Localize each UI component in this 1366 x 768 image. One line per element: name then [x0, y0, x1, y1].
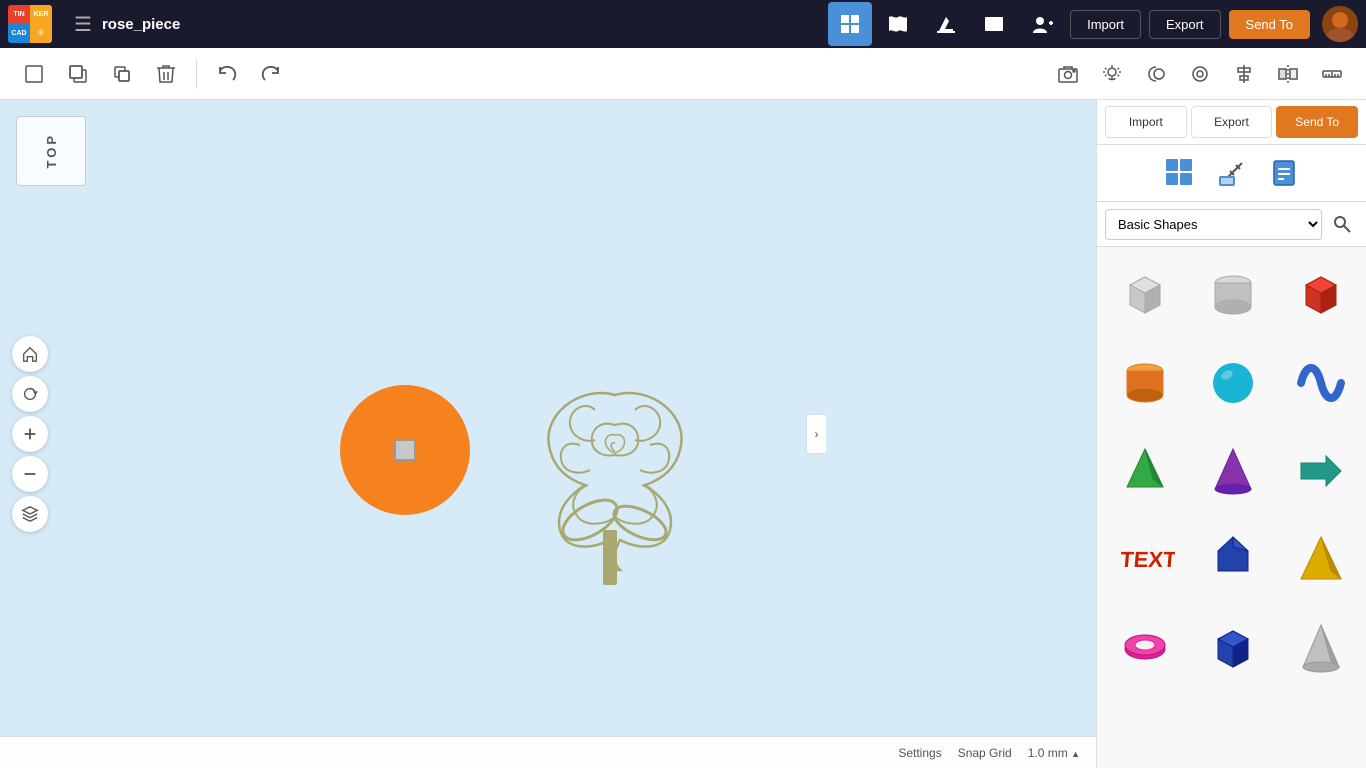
sidebar-action-buttons: Import Export Send To [1097, 100, 1366, 145]
orange-cylinder-shape[interactable] [340, 385, 470, 515]
shape-type-buttons [1097, 145, 1366, 202]
right-sidebar: Import Export Send To [1096, 100, 1366, 768]
main-content: TOP [0, 100, 1366, 768]
sidebar-import-button[interactable]: Import [1105, 106, 1187, 138]
toolbar [0, 48, 1366, 100]
new-button[interactable] [15, 55, 53, 93]
mirror-tool[interactable] [1269, 55, 1307, 93]
shape-subtract-tool[interactable] [1137, 55, 1175, 93]
toolbar-divider-1 [196, 59, 197, 89]
shape-pyramid-green[interactable] [1105, 431, 1185, 511]
send-to-button[interactable]: Send To [1229, 10, 1310, 39]
snap-value[interactable]: 1.0 mm ▲ [1028, 746, 1080, 760]
objects-layer [0, 100, 1096, 768]
shape-box-gray[interactable] [1105, 255, 1185, 335]
shape-text[interactable]: TEXT [1105, 519, 1185, 599]
builds-button[interactable] [924, 2, 968, 46]
project-name[interactable]: rose_piece [102, 16, 180, 33]
camera-view-tool[interactable] [1049, 55, 1087, 93]
shape-cone-gray[interactable] [1281, 607, 1361, 687]
shape-torus-pink[interactable] [1105, 607, 1185, 687]
snap-grid-label: Snap Grid [958, 746, 1012, 760]
undo-button[interactable] [208, 55, 246, 93]
notes-shapes-button[interactable] [1262, 151, 1306, 195]
status-bar: Settings Snap Grid 1.0 mm ▲ [0, 736, 1096, 768]
shape-cone-purple[interactable] [1193, 431, 1273, 511]
duplicate-button[interactable] [103, 55, 141, 93]
ruler-shapes-button[interactable] [1210, 151, 1254, 195]
list-view-icon[interactable]: ☰ [74, 12, 92, 37]
cylinder-hole [394, 439, 416, 461]
tinkercad-logo[interactable]: TIN KER CAD ® [8, 5, 52, 43]
user-avatar[interactable] [1322, 6, 1358, 42]
sidebar-collapse-chevron[interactable]: › [806, 414, 826, 454]
ring-tool[interactable] [1181, 55, 1219, 93]
export-button[interactable]: Export [1149, 10, 1221, 39]
shape-cylinder-gray[interactable] [1193, 255, 1273, 335]
settings-label[interactable]: Settings [898, 746, 941, 760]
rose-shape[interactable] [500, 355, 730, 585]
sidebar-export-button[interactable]: Export [1191, 106, 1273, 138]
shape-pyramid-yellow[interactable] [1281, 519, 1361, 599]
import-button[interactable]: Import [1070, 10, 1141, 39]
shapes-category-select[interactable]: Basic Shapes Featured Text & Numbers Con… [1105, 209, 1322, 240]
shape-squiggle[interactable] [1281, 343, 1361, 423]
shapes-category-bar: Basic Shapes Featured Text & Numbers Con… [1097, 202, 1366, 247]
ruler-tool[interactable] [1313, 55, 1351, 93]
shape-cube-blue[interactable] [1193, 607, 1273, 687]
delete-button[interactable] [147, 55, 185, 93]
shape-pentagon-blue[interactable] [1193, 519, 1273, 599]
shape-cylinder-orange[interactable] [1105, 343, 1185, 423]
sidebar-send-to-button[interactable]: Send To [1276, 106, 1358, 138]
shape-arrow-teal[interactable] [1281, 431, 1361, 511]
projects-button[interactable] [972, 2, 1016, 46]
shapes-grid: TEXT [1097, 247, 1366, 768]
copy-button[interactable] [59, 55, 97, 93]
svg-text:TEXT: TEXT [1119, 547, 1175, 572]
grid-view-button[interactable] [828, 2, 872, 46]
align-tool[interactable] [1225, 55, 1263, 93]
canvas-area[interactable]: TOP [0, 100, 1096, 768]
redo-button[interactable] [252, 55, 290, 93]
shape-box-red[interactable] [1281, 255, 1361, 335]
gallery-button[interactable] [876, 2, 920, 46]
search-shapes-button[interactable] [1326, 208, 1358, 240]
light-tool[interactable] [1093, 55, 1131, 93]
shape-sphere[interactable] [1193, 343, 1273, 423]
add-collaborator-button[interactable] [1020, 2, 1064, 46]
grid-shapes-button[interactable] [1158, 151, 1202, 195]
top-nav-bar: TIN KER CAD ® ☰ rose_piece Import Export… [0, 0, 1366, 48]
